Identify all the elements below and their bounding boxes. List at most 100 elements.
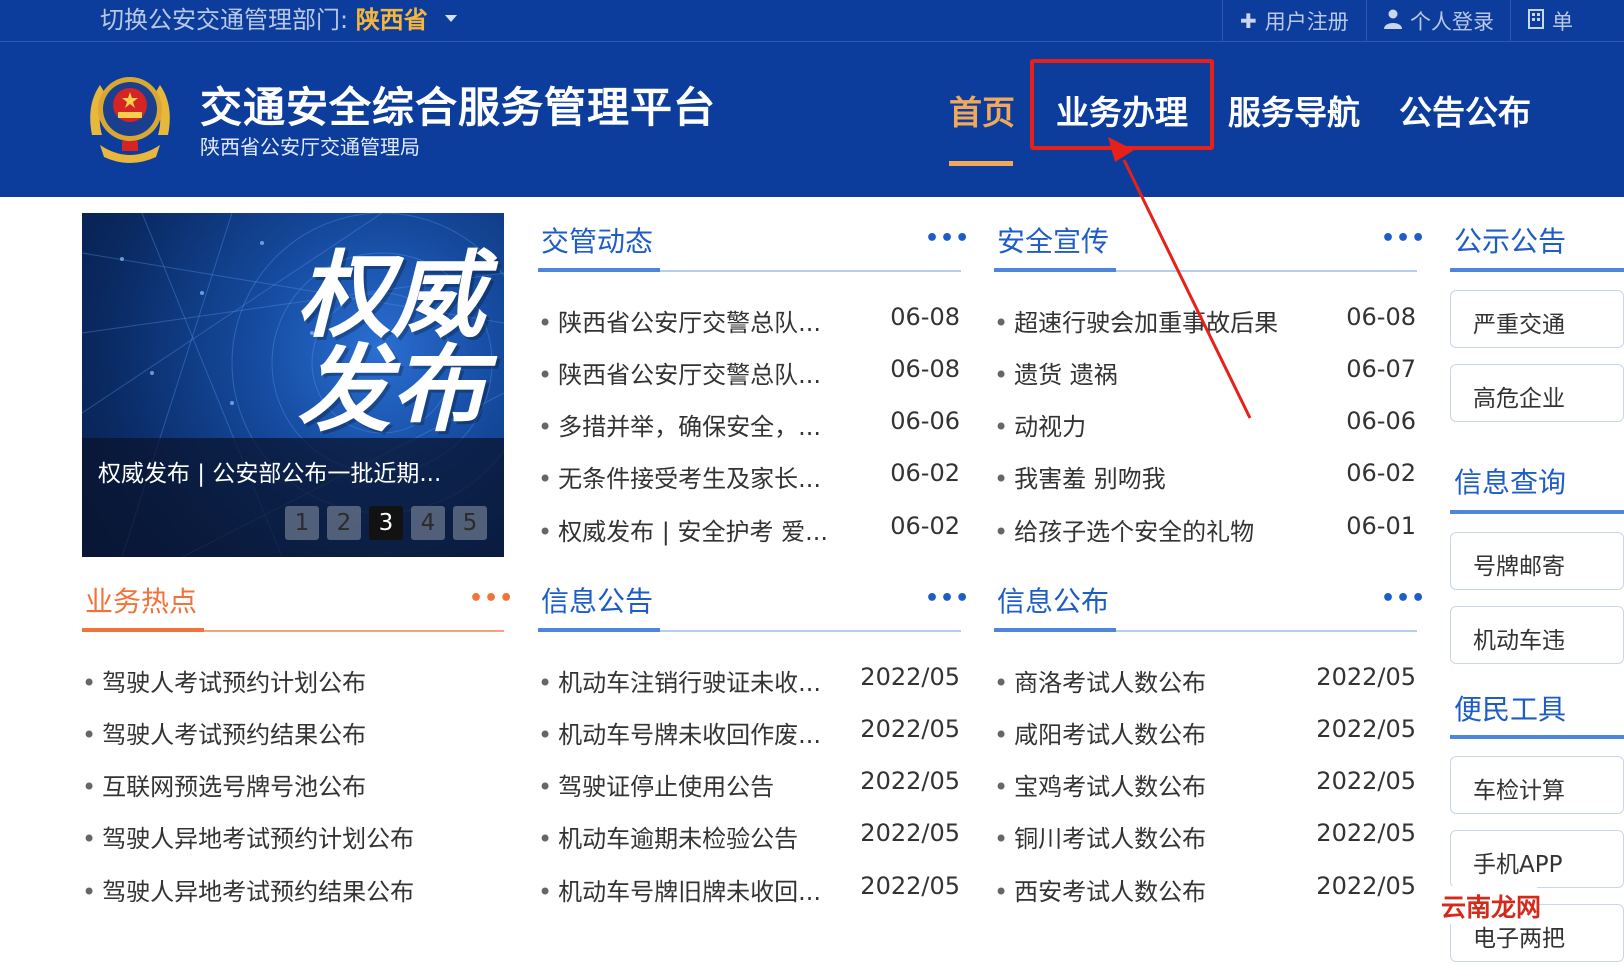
unit-login-link[interactable]: 单 — [1528, 0, 1573, 42]
list-item-date: 2022/05 — [1316, 663, 1416, 691]
list-item[interactable]: • 驾驶人异地考试预约计划公布 — [82, 819, 414, 854]
list-item[interactable]: • 陕西省公安厅交警总队... — [538, 355, 821, 390]
plus-icon: ✚ — [1240, 9, 1257, 33]
sidebar-title-public-notice[interactable]: 公示公告 — [1454, 220, 1566, 260]
carousel-page-2[interactable]: 2 — [327, 506, 361, 540]
list-item[interactable]: • 动视力 — [994, 407, 1086, 442]
news-banner-carousel[interactable]: 权威 发布 权威发布 | 公安部公布一批近期... 1 2 3 4 5 — [82, 213, 504, 557]
banner-caption[interactable]: 权威发布 | 公安部公布一批近期... — [98, 454, 441, 488]
sidebar-link[interactable]: 车检计算 — [1450, 756, 1624, 814]
list-item[interactable]: • 驾驶人考试预约计划公布 — [82, 663, 366, 698]
more-icon[interactable]: ••• — [1381, 226, 1426, 251]
list-item[interactable]: • 陕西省公安厅交警总队... — [538, 303, 821, 338]
list-item[interactable]: • 驾驶人考试预约结果公布 — [82, 715, 366, 750]
list-item[interactable]: • 机动车号牌未收回作废... — [538, 715, 821, 750]
list-item[interactable]: • 宝鸡考试人数公布 — [994, 767, 1206, 802]
section-title-underline — [538, 628, 660, 632]
sidebar-link[interactable]: 高危企业 — [1450, 364, 1624, 422]
carousel-page-1[interactable]: 1 — [285, 506, 319, 540]
current-province: 陕西省 — [355, 6, 428, 34]
list-item-date: 2022/05 — [1316, 767, 1416, 795]
carousel-page-3[interactable]: 3 — [369, 506, 403, 540]
list-item-date: 2022/05 — [860, 872, 960, 900]
more-icon[interactable]: ••• — [925, 226, 970, 251]
nav-service-guide[interactable]: 服务导航 — [1228, 86, 1360, 134]
police-emblem-logo — [90, 77, 170, 163]
list-item-date: 2022/05 — [1316, 715, 1416, 743]
more-icon[interactable]: ••• — [1381, 586, 1426, 611]
list-item[interactable]: • 给孩子选个安全的礼物 — [994, 512, 1254, 547]
sidebar-title-info-query[interactable]: 信息查询 — [1454, 461, 1566, 501]
list-item[interactable]: • 机动车注销行驶证未收... — [538, 663, 821, 698]
section-title-traffic-news[interactable]: 交管动态 — [541, 220, 653, 260]
login-link[interactable]: 个人登录 — [1384, 0, 1494, 42]
list-item-date: 06-02 — [890, 512, 960, 540]
list-item-date: 2022/05 — [860, 767, 960, 795]
section-title-info-notice[interactable]: 信息公告 — [541, 580, 653, 620]
unit-login-label: 单 — [1552, 10, 1573, 34]
top-bar: 切换公安交通管理部门: 陕西省 ✚ 用户注册 个人登录 单 — [0, 0, 1624, 42]
list-item[interactable]: • 驾驶人异地考试预约结果公布 — [82, 872, 414, 907]
watermark-logo: 云南龙网 — [1438, 886, 1541, 924]
sidebar-link[interactable]: 严重交通 — [1450, 290, 1624, 348]
list-item-date: 2022/05 — [1316, 819, 1416, 847]
carousel-page-4[interactable]: 4 — [411, 506, 445, 540]
list-item[interactable]: • 互联网预选号牌号池公布 — [82, 767, 366, 802]
register-link[interactable]: ✚ 用户注册 — [1240, 0, 1349, 42]
list-item[interactable]: • 咸阳考试人数公布 — [994, 715, 1206, 750]
nav-announcements[interactable]: 公告公布 — [1399, 86, 1531, 134]
list-item[interactable]: • 无条件接受考生及家长... — [538, 459, 821, 494]
banner-headline-line1: 权威 — [297, 242, 486, 351]
nav-home[interactable]: 首页 — [949, 86, 1015, 134]
list-item-date: 06-06 — [890, 407, 960, 435]
sidebar-title-tools[interactable]: 便民工具 — [1454, 688, 1566, 728]
section-title-underline — [994, 268, 1116, 272]
top-separator — [1510, 0, 1511, 42]
sidebar-link[interactable]: 号牌邮寄 — [1450, 532, 1624, 590]
list-item-date: 06-02 — [890, 459, 960, 487]
list-item-date: 06-08 — [890, 303, 960, 331]
carousel-page-5[interactable]: 5 — [453, 506, 487, 540]
list-item[interactable]: • 多措并举，确保安全，... — [538, 407, 821, 442]
list-item[interactable]: • 遗货 遗祸 — [994, 355, 1118, 390]
list-item[interactable]: • 西安考试人数公布 — [994, 872, 1206, 907]
list-item[interactable]: • 我害羞 别吻我 — [994, 459, 1166, 494]
sidebar-link[interactable]: 手机APP — [1450, 830, 1624, 888]
sidebar-title-underline — [1450, 510, 1624, 514]
login-label: 个人登录 — [1410, 10, 1494, 34]
section-title-info-publish[interactable]: 信息公布 — [997, 580, 1109, 620]
list-item[interactable]: • 商洛考试人数公布 — [994, 663, 1206, 698]
banner-headline-line2: 发布 — [297, 336, 486, 445]
list-item-date: 06-02 — [1346, 459, 1416, 487]
building-icon — [1528, 8, 1544, 34]
register-label: 用户注册 — [1264, 10, 1349, 34]
caret-down-icon — [445, 15, 458, 22]
section-title-underline — [538, 268, 660, 272]
more-icon[interactable]: ••• — [469, 586, 514, 611]
list-item-date: 2022/05 — [860, 819, 960, 847]
list-item[interactable]: • 驾驶证停止使用公告 — [538, 767, 774, 802]
list-item[interactable]: • 机动车号牌旧牌未收回... — [538, 872, 821, 907]
sidebar-title-underline — [1450, 735, 1624, 739]
list-item-date: 06-08 — [890, 355, 960, 383]
list-item[interactable]: • 铜川考试人数公布 — [994, 819, 1206, 854]
top-separator — [1222, 0, 1223, 42]
list-item[interactable]: • 权威发布 | 安全护考 爱... — [538, 512, 828, 547]
section-title-underline — [994, 628, 1116, 632]
list-item-date: 06-07 — [1346, 355, 1416, 383]
list-item[interactable]: • 机动车逾期未检验公告 — [538, 819, 798, 854]
section-title-hot-business[interactable]: 业务热点 — [85, 580, 197, 620]
user-icon — [1384, 9, 1402, 34]
sidebar-title-underline — [1450, 268, 1624, 272]
section-title-safety-promo[interactable]: 安全宣传 — [997, 220, 1109, 260]
site-subtitle: 陕西省公安厅交通管理局 — [200, 135, 420, 159]
section-title-underline — [82, 628, 204, 632]
top-separator — [1366, 0, 1367, 42]
list-item[interactable]: • 超速行驶会加重事故后果 — [994, 303, 1278, 338]
list-item-date: 2022/05 — [1316, 872, 1416, 900]
more-icon[interactable]: ••• — [925, 586, 970, 611]
sidebar-link[interactable]: 机动车违 — [1450, 606, 1624, 664]
department-switcher-label: 切换公安交通管理部门: — [100, 6, 349, 34]
active-nav-indicator — [949, 161, 1013, 166]
department-switcher[interactable]: 切换公安交通管理部门: 陕西省 — [100, 4, 458, 36]
